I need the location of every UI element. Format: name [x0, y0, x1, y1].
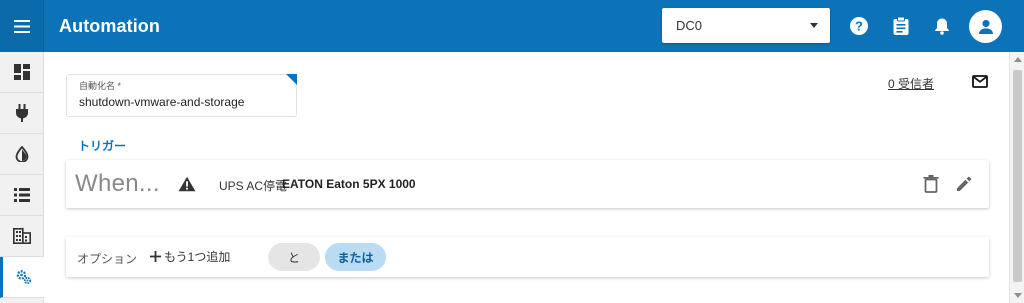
dashboard-icon — [14, 64, 30, 80]
svg-text:?: ? — [855, 19, 863, 34]
automation-name-label: 自動化名 * — [79, 81, 122, 91]
site-select-value: DC0 — [676, 18, 703, 33]
scrollbar[interactable] — [1009, 52, 1024, 303]
sidebar-item-list[interactable] — [0, 175, 44, 216]
tasks-button[interactable] — [889, 14, 913, 38]
help-icon: ? — [850, 17, 868, 35]
trigger-event-label: UPS AC停電 — [219, 179, 288, 193]
add-one-more-label: もう1つ追加 — [164, 250, 231, 264]
or-chip[interactable]: または — [325, 243, 386, 271]
trigger-section-title: トリガー — [78, 139, 127, 153]
warning-icon — [178, 176, 196, 192]
list-icon — [14, 188, 30, 202]
automation-name-field[interactable]: 自動化名 * shutdown-vmware-and-storage — [66, 74, 297, 117]
delete-icon[interactable] — [923, 175, 939, 193]
edit-icon[interactable] — [955, 175, 973, 193]
menu-button[interactable] — [0, 0, 44, 52]
sidebar-item-automation[interactable] — [0, 257, 44, 298]
automation-name-value: shutdown-vmware-and-storage — [79, 95, 245, 109]
trigger-device-label: EATON Eaton 5PX 1000 — [282, 177, 416, 191]
mail-button[interactable] — [971, 73, 989, 89]
page-title: Automation — [59, 16, 160, 36]
mail-icon — [972, 74, 988, 88]
scrollbar-thumb[interactable] — [1013, 70, 1022, 282]
sidebar-item-power[interactable] — [0, 93, 44, 134]
power-plug-icon — [16, 104, 28, 122]
scroll-down-icon[interactable] — [1014, 293, 1022, 298]
when-label: When... — [75, 170, 160, 197]
top-bar: Automation DC0 ? — [0, 0, 1024, 52]
account-icon — [978, 19, 993, 34]
site-select[interactable]: DC0 — [662, 8, 830, 43]
main-content: 自動化名 * shutdown-vmware-and-storage 0 受信者… — [45, 52, 1009, 303]
plus-icon — [150, 251, 161, 262]
contrast-icon — [15, 146, 29, 162]
bell-icon — [935, 18, 949, 35]
recipients-link[interactable]: 0 受信者 — [888, 75, 934, 92]
options-label: オプション — [77, 252, 138, 266]
clipboard-icon — [893, 16, 909, 35]
trigger-card: When... UPS AC停電 EATON Eaton 5PX 1000 — [66, 160, 989, 208]
notifications-button[interactable] — [930, 14, 954, 38]
menu-icon — [13, 19, 30, 33]
sidebar-item-environment[interactable] — [0, 134, 44, 175]
sidebar — [0, 52, 44, 303]
and-chip[interactable]: と — [268, 243, 320, 271]
add-one-more-button[interactable]: もう1つ追加 — [150, 248, 230, 265]
chevron-down-icon — [810, 23, 818, 28]
app-root: Automation DC0 ? 自動化名 * shutdown-vmware-… — [0, 0, 1024, 303]
scroll-up-icon[interactable] — [1014, 57, 1022, 62]
automation-gears-icon — [16, 270, 31, 285]
sidebar-item-dashboard[interactable] — [0, 52, 44, 93]
options-card: オプション もう1つ追加 と または — [66, 237, 989, 277]
avatar[interactable] — [969, 10, 1002, 43]
sidebar-item-facility[interactable] — [0, 216, 44, 257]
corner-flag-icon — [286, 74, 297, 85]
building-icon — [13, 228, 31, 244]
help-button[interactable]: ? — [847, 14, 871, 38]
